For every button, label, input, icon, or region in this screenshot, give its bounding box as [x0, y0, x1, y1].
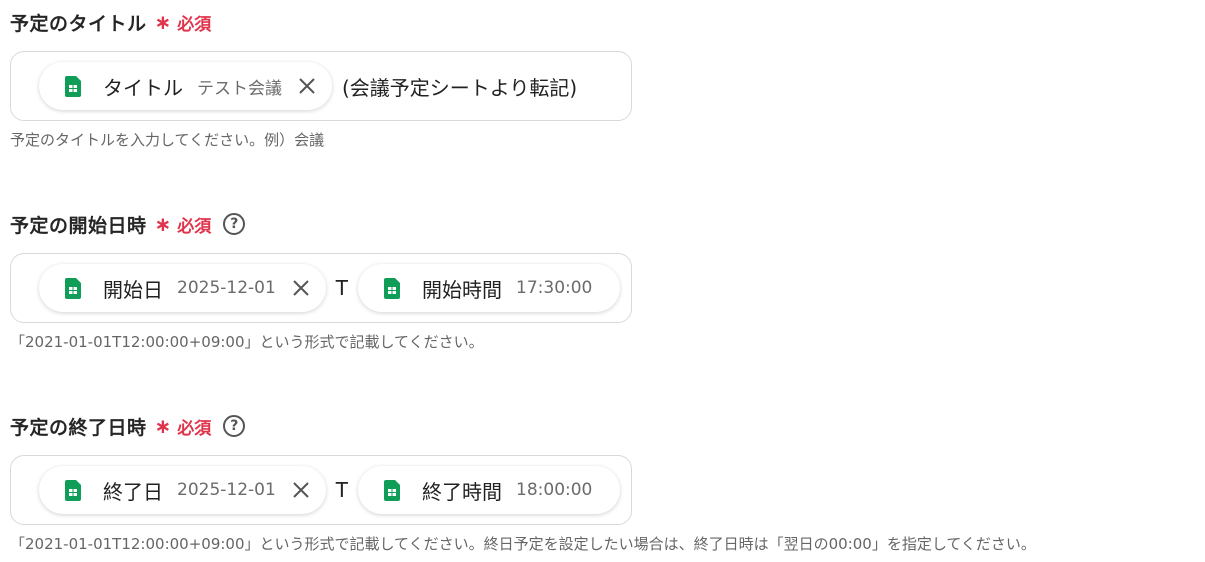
close-icon[interactable] — [296, 75, 318, 97]
close-icon[interactable] — [290, 277, 312, 299]
close-icon[interactable] — [290, 479, 312, 501]
help-circle-icon[interactable]: ? — [223, 415, 246, 437]
field-label: 予定の終了日時 — [10, 416, 147, 439]
google-sheets-icon — [65, 479, 81, 501]
start-label-row: 予定の開始日時 ∗ 必須 ? — [10, 210, 246, 238]
chip-value: 2025-12-01 — [177, 278, 276, 298]
field-help-text: 予定のタイトルを入力してください。例）会議 — [10, 131, 325, 149]
chip-label: 開始時間 — [422, 277, 503, 302]
chip-value: テスト会議 — [197, 78, 282, 99]
end-datetime-section: 予定の終了日時 ∗ 必須 ? 終了日 2025-12-01 T 終了時間 18:… — [10, 412, 1036, 553]
google-sheets-icon — [65, 277, 81, 299]
google-sheets-icon — [384, 277, 401, 299]
required-badge: 必須 — [177, 418, 212, 439]
field-label: 予定のタイトル — [10, 12, 147, 35]
chip-value: 17:30:00 — [516, 278, 593, 298]
separator-text: T — [335, 478, 349, 502]
google-sheets-icon — [384, 479, 401, 501]
chip-label: 開始日 — [103, 277, 163, 302]
chip-label: タイトル — [103, 75, 183, 100]
chip-label: 終了日 — [103, 479, 163, 504]
variable-chip-start-time[interactable]: 開始時間 17:30:00 — [358, 264, 621, 312]
title-label-row: 予定のタイトル ∗ 必須 — [10, 8, 211, 36]
field-help-text: 「2021-01-01T12:00:00+09:00」という形式で記載してくださ… — [10, 333, 484, 351]
end-datetime-input[interactable]: 終了日 2025-12-01 T 終了時間 18:00:00 — [10, 455, 632, 525]
field-label: 予定の開始日時 — [10, 214, 147, 237]
required-asterisk: ∗ — [154, 212, 172, 236]
help-circle-icon[interactable]: ? — [223, 213, 246, 235]
variable-chip-end-date[interactable]: 終了日 2025-12-01 — [39, 466, 326, 514]
google-sheets-icon — [65, 75, 81, 97]
start-datetime-input[interactable]: 開始日 2025-12-01 T 開始時間 17:30:00 — [10, 253, 632, 323]
title-input[interactable]: タイトル テスト会議 (会議予定シートより転記) — [10, 51, 632, 121]
variable-chip-start-date[interactable]: 開始日 2025-12-01 — [39, 264, 326, 312]
separator-text: T — [335, 276, 349, 300]
title-section: 予定のタイトル ∗ 必須 タイトル テスト会議 (会議予定シートより転記) 予定… — [10, 8, 632, 149]
required-badge: 必須 — [177, 216, 212, 237]
variable-chip-title[interactable]: タイトル テスト会議 — [39, 62, 332, 110]
start-datetime-section: 予定の開始日時 ∗ 必須 ? 開始日 2025-12-01 T 開始時間 17:… — [10, 210, 632, 351]
required-asterisk: ∗ — [154, 10, 172, 34]
variable-chip-end-time[interactable]: 終了時間 18:00:00 — [358, 466, 621, 514]
chip-value: 2025-12-01 — [177, 480, 276, 500]
suffix-text: (会議予定シートより転記) — [342, 75, 578, 100]
required-badge: 必須 — [177, 14, 212, 35]
chip-value: 18:00:00 — [516, 480, 593, 500]
required-asterisk: ∗ — [154, 414, 172, 438]
chip-label: 終了時間 — [422, 479, 503, 504]
field-help-text: 「2021-01-01T12:00:00+09:00」という形式で記載してくださ… — [10, 535, 1036, 553]
end-label-row: 予定の終了日時 ∗ 必須 ? — [10, 412, 246, 440]
